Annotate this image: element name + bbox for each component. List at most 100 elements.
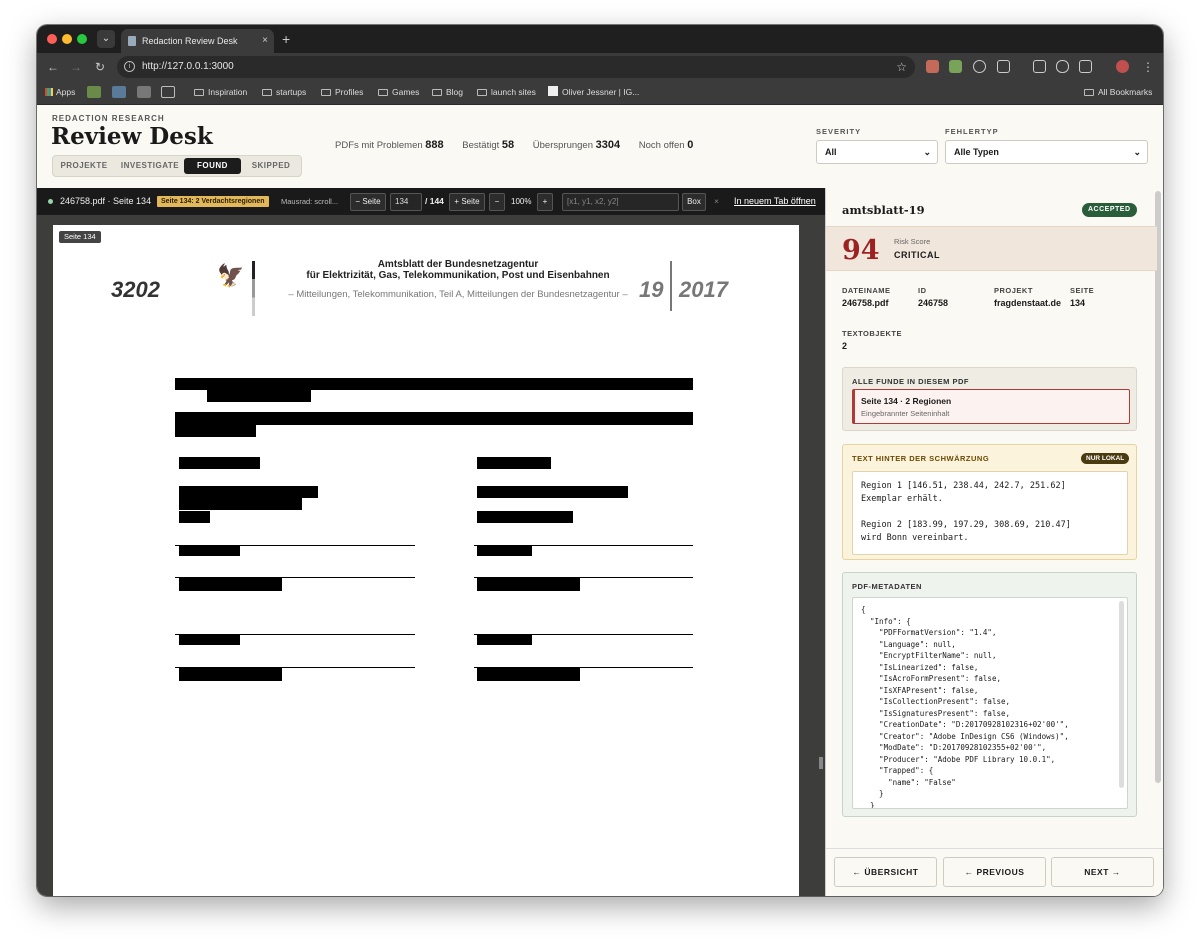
kebab-menu-icon[interactable]: ⋮ [1140, 59, 1156, 75]
close-window-button[interactable] [47, 34, 57, 44]
zoom-in-button[interactable]: + [537, 193, 553, 211]
redaction-block[interactable] [179, 668, 282, 681]
hidden-text-box[interactable]: Region 1 [146.51, 238.44, 242.7, 251.62]… [852, 471, 1128, 555]
incognito-icon[interactable] [1079, 60, 1092, 73]
extension-icon-1[interactable] [926, 60, 939, 73]
metadata-scrollbar[interactable] [1119, 601, 1124, 788]
bookmark-folder-startups[interactable]: startups [262, 81, 306, 103]
stat-open: Noch offen 0 [639, 139, 694, 151]
box-button[interactable]: Box [682, 193, 706, 211]
pdf-metadata-box[interactable]: { "Info": { "PDFFormatVersion": "1.4", "… [852, 597, 1128, 809]
redaction-block[interactable] [175, 425, 256, 437]
redaction-block[interactable] [179, 635, 240, 645]
redaction-block[interactable] [175, 378, 693, 390]
redaction-block[interactable] [175, 412, 693, 425]
next-page-button[interactable]: + Seite [449, 193, 485, 211]
error-type-select[interactable]: Alle Typen ⌄ [945, 140, 1148, 164]
profile-avatar[interactable] [1116, 60, 1129, 73]
redaction-block[interactable] [207, 390, 311, 402]
clear-box-icon[interactable]: × [714, 188, 719, 215]
minimize-window-button[interactable] [62, 34, 72, 44]
id-value: 246758 [918, 298, 949, 308]
bookmark-folder-profiles[interactable]: Profiles [321, 81, 363, 103]
gazette-title: Amtsblatt der Bundesnetzagentur [377, 259, 539, 270]
redaction-block[interactable] [477, 578, 580, 591]
tab-cast-icon[interactable] [1033, 60, 1046, 73]
redaction-block[interactable] [179, 457, 260, 469]
tab-close-icon[interactable]: × [262, 29, 268, 53]
open-new-tab-link[interactable]: In neuem Tab öffnen [734, 188, 816, 215]
url-text[interactable]: http://127.0.0.1:3000 [142, 56, 234, 78]
risk-score-box: 94 Risk Score CRITICAL [826, 226, 1157, 271]
bookmark-grid-icon[interactable] [161, 86, 175, 98]
panel-resize-handle[interactable] [819, 757, 823, 769]
redaction-block[interactable] [477, 668, 580, 681]
redaction-block[interactable] [477, 635, 532, 645]
tab-found[interactable]: FOUND [184, 158, 241, 174]
status-dot-icon [48, 199, 53, 204]
extensions-puzzle-icon[interactable] [997, 60, 1010, 73]
bookmark-label: Blog [446, 87, 464, 97]
issue-number: 19 [639, 277, 664, 302]
bookmark-star-icon[interactable]: ☆ [896, 56, 907, 78]
bookmark-folder-blog[interactable]: Blog [432, 81, 463, 103]
password-key-icon[interactable] [1056, 60, 1069, 73]
redaction-block[interactable] [477, 546, 532, 556]
redaction-block[interactable] [179, 498, 302, 510]
next-button[interactable]: NEXT → [1051, 857, 1154, 887]
bookmark-apps[interactable]: Apps [45, 81, 75, 103]
redaction-block[interactable] [179, 511, 210, 523]
box-coordinates-input[interactable]: [x1, y1, x2, y2] [562, 193, 679, 211]
maximize-window-button[interactable] [77, 34, 87, 44]
site-info-icon[interactable]: i [124, 61, 135, 72]
zoom-out-button[interactable]: − [489, 193, 505, 211]
extension-icon-3[interactable] [973, 60, 986, 73]
hidden-text-card: TEXT HINTER DER SCHWÄRZUNG NUR LOKAL Reg… [842, 444, 1137, 560]
hidden-text-heading: TEXT HINTER DER SCHWÄRZUNG [852, 454, 990, 463]
redaction-block[interactable] [179, 546, 240, 556]
back-arrow-icon[interactable]: ← [45, 59, 61, 75]
redaction-block[interactable] [477, 511, 573, 523]
extension-icon-2[interactable] [949, 60, 962, 73]
redaction-block[interactable] [179, 486, 318, 498]
filename-label: DATEINAME [842, 286, 891, 295]
severity-label: SEVERITY [816, 127, 862, 136]
finding-item[interactable]: Seite 134 · 2 Regionen Eingebrannter Sei… [852, 389, 1130, 424]
tab-search-chevron-icon[interactable]: ⌄ [97, 30, 115, 48]
bookmark-folder-launch-sites[interactable]: launch sites [477, 81, 536, 103]
new-tab-button[interactable]: + [282, 29, 290, 49]
pdf-page[interactable]: Seite 134 3202 🦅 Amtsblatt der Bundesnet… [53, 225, 799, 896]
bookmark-folder-inspiration[interactable]: Inspiration [194, 81, 247, 103]
scroll-hint: Mausrad: scroll... [281, 197, 339, 206]
redaction-block[interactable] [477, 457, 551, 469]
redaction-block[interactable] [179, 578, 282, 591]
page-number: 3202 [111, 277, 160, 302]
pdf-viewer[interactable]: Seite 134 3202 🦅 Amtsblatt der Bundesnet… [37, 215, 825, 896]
tab-investigate[interactable]: INVESTIGATE [115, 158, 185, 174]
tab-projekte[interactable]: PROJEKTE [57, 158, 111, 174]
bookmark-folder-games[interactable]: Games [378, 81, 419, 103]
bookmark-icon-2[interactable] [112, 86, 126, 98]
redaction-block[interactable] [477, 486, 628, 498]
browser-tab[interactable]: Redaction Review Desk × [121, 29, 274, 53]
prev-page-button[interactable]: − Seite [350, 193, 386, 211]
region-2-coords: Region 2 [183.99, 197.29, 308.69, 210.47… [861, 520, 1071, 530]
brand-kicker: REDACTION RESEARCH [52, 114, 165, 123]
page-number-input[interactable]: 134 [390, 193, 422, 211]
severity-select[interactable]: All ⌄ [816, 140, 938, 164]
bookmark-profile-link[interactable]: Oliver Jessner | IG... [548, 81, 639, 103]
page-label: SEITE [1070, 286, 1095, 295]
previous-button[interactable]: ← PREVIOUS [943, 857, 1046, 887]
panel-scrollbar[interactable] [1155, 191, 1161, 783]
all-bookmarks-folder[interactable]: All Bookmarks [1084, 81, 1152, 103]
overview-button[interactable]: ← ÜBERSICHT [834, 857, 937, 887]
tab-skipped[interactable]: SKIPPED [245, 158, 297, 174]
reload-icon[interactable]: ↻ [92, 59, 108, 75]
bookmark-icon-1[interactable] [87, 86, 101, 98]
bookmark-icon-3[interactable] [137, 86, 151, 98]
address-bar[interactable]: i http://127.0.0.1:3000 ☆ [117, 56, 915, 78]
severity-value: All [825, 147, 837, 157]
forward-arrow-icon[interactable]: → [68, 59, 84, 75]
bookmark-label: Inspiration [208, 87, 248, 97]
stat-problem-pdfs: PDFs mit Problemen 888 [335, 139, 444, 151]
